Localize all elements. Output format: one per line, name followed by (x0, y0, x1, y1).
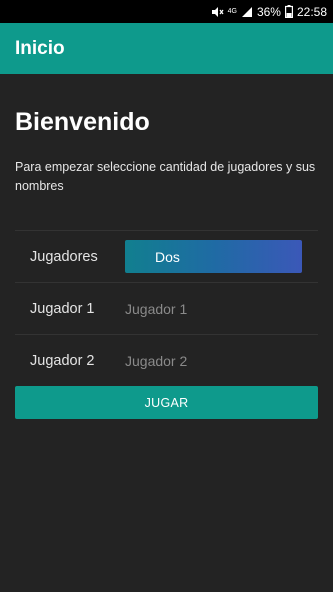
app-bar-title: Inicio (15, 37, 65, 59)
players-count-select[interactable]: Dos (125, 240, 302, 273)
player2-input[interactable] (125, 352, 303, 369)
player1-label: Jugador 1 (30, 300, 95, 317)
mute-icon (211, 6, 224, 18)
players-count-row: Jugadores Dos (15, 230, 318, 282)
players-count-label: Jugadores (30, 248, 98, 265)
player2-row: Jugador 2 (15, 334, 318, 386)
main-content: Bienvenido Para empezar seleccione canti… (15, 74, 318, 419)
player1-row: Jugador 1 (15, 282, 318, 334)
player-form: Jugadores Dos Jugador 1 Jugador 2 (15, 230, 318, 386)
players-count-value: Dos (155, 248, 180, 265)
intro-text: Para empezar seleccione cantidad de juga… (15, 160, 316, 193)
player1-input[interactable] (125, 300, 303, 317)
app-bar: Inicio (0, 23, 333, 74)
clock: 22:58 (296, 4, 327, 19)
battery-icon (284, 5, 293, 18)
play-button[interactable]: JUGAR (15, 386, 318, 419)
player2-label: Jugador 2 (30, 352, 95, 369)
battery-percentage: 36% (256, 4, 281, 19)
page-title: Bienvenido (15, 108, 150, 136)
status-bar: 4G 36% 22:58 (0, 0, 333, 23)
signal-icon (241, 6, 253, 18)
network-type: 4G (227, 8, 237, 15)
